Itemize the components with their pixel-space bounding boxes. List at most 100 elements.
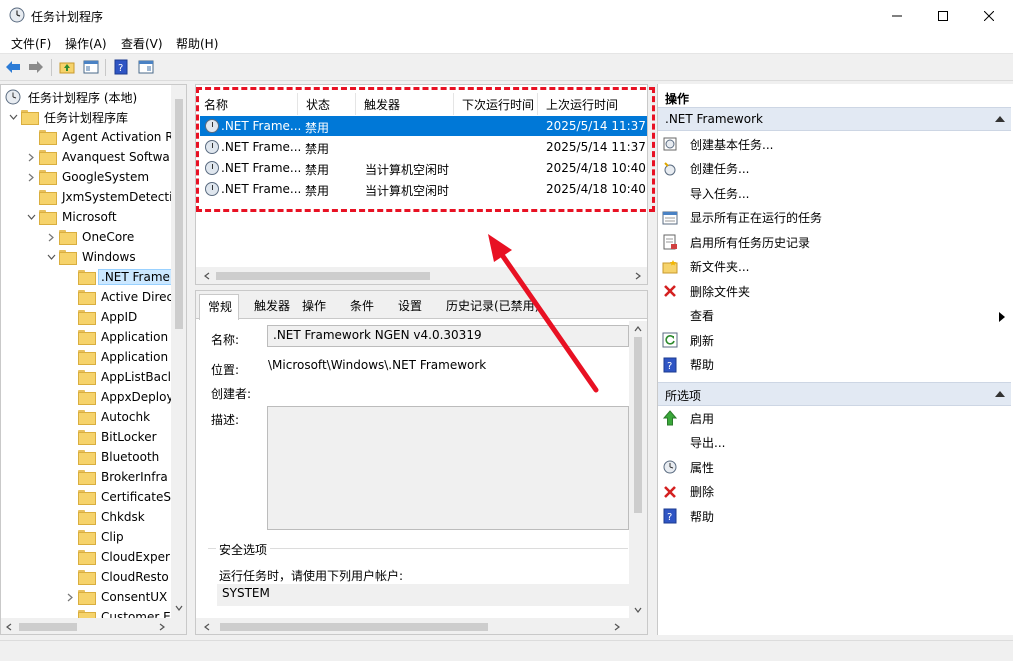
- chevron-right-icon[interactable]: [25, 151, 37, 163]
- title-bar: 任务计划程序: [0, 0, 1013, 32]
- action-item[interactable]: 刷新: [662, 329, 714, 351]
- column-next-run[interactable]: 下次运行时间: [454, 93, 538, 115]
- tree-item[interactable]: Avanquest Softwa: [25, 147, 173, 167]
- name-field[interactable]: .NET Framework NGEN v4.0.30319: [267, 325, 629, 347]
- details-horizontal-scrollbar[interactable]: [196, 618, 647, 634]
- delete-x-icon: [662, 283, 678, 299]
- action-item[interactable]: 查看: [662, 305, 1005, 327]
- tree-item[interactable]: AppListBacl: [64, 367, 174, 387]
- actions-pane: 操作 .NET Framework 创建基本任务... 创建任务... 导入任务..…: [657, 84, 1013, 635]
- tree-item[interactable]: Agent Activation R: [25, 127, 177, 147]
- tree-item-label: Active Direc: [101, 290, 174, 304]
- actions-folder-section[interactable]: .NET Framework: [658, 107, 1011, 131]
- details-vertical-scrollbar[interactable]: [629, 321, 647, 618]
- chevron-right-icon[interactable]: [25, 171, 37, 183]
- show-hide-action-pane-button[interactable]: [137, 58, 155, 76]
- column-trigger[interactable]: 触发器: [356, 93, 454, 115]
- table-row[interactable]: .NET Frame... 禁用 当计算机空闲时 2025/4/18 10:40:5: [200, 179, 647, 199]
- tab-settings[interactable]: 设置: [398, 297, 422, 314]
- action-item[interactable]: ? 帮助: [662, 505, 714, 527]
- action-item[interactable]: 创建任务...: [662, 158, 749, 180]
- cell-status: 禁用: [305, 163, 330, 177]
- folder-icon: [78, 330, 96, 345]
- tree-item[interactable]: AppID: [64, 307, 140, 327]
- back-button[interactable]: [4, 58, 22, 76]
- task-clock-icon: [205, 182, 219, 196]
- minimize-icon: [892, 15, 902, 17]
- action-item[interactable]: 导入任务...: [662, 182, 749, 204]
- menu-file[interactable]: 文件(F): [11, 35, 51, 52]
- tree-item[interactable]: .NET Frame: [64, 267, 173, 287]
- tree-item[interactable]: ConsentUX: [64, 587, 170, 607]
- tree-item[interactable]: JxmSystemDetecti: [25, 187, 175, 207]
- chevron-right-icon[interactable]: [45, 231, 57, 243]
- tree-item[interactable]: BitLocker: [64, 427, 160, 447]
- forward-button[interactable]: [27, 58, 45, 76]
- chevron-down-icon[interactable]: [7, 111, 19, 123]
- tree-item[interactable]: Windows: [45, 247, 139, 267]
- tab-actions[interactable]: 操作: [302, 297, 326, 314]
- tree-item[interactable]: Microsoft: [25, 207, 120, 227]
- column-last-run[interactable]: 上次运行时间: [538, 93, 646, 115]
- tree-item[interactable]: CloudExper: [64, 547, 173, 567]
- tree-item[interactable]: Bluetooth: [64, 447, 162, 467]
- tree-item[interactable]: Chkdsk: [64, 507, 148, 527]
- action-item-label: 导出...: [690, 436, 726, 450]
- minimize-button[interactable]: [874, 0, 920, 32]
- action-item[interactable]: 创建基本任务...: [662, 133, 773, 155]
- tree-item-label: Application: [101, 350, 169, 364]
- tree-item[interactable]: CertificateS: [64, 487, 174, 507]
- tree-root[interactable]: 任务计划程序 (本地): [5, 87, 140, 107]
- table-row[interactable]: .NET Frame... 禁用 2025/5/14 11:37:4: [200, 116, 647, 136]
- action-item[interactable]: 启用所有任务历史记录: [662, 231, 810, 253]
- show-hide-console-button[interactable]: [82, 58, 100, 76]
- up-folder-button[interactable]: [58, 58, 76, 76]
- actions-selected-section[interactable]: 所选项: [658, 382, 1011, 406]
- menu-help[interactable]: 帮助(H): [176, 35, 218, 52]
- action-item[interactable]: 启用: [662, 407, 714, 429]
- tree-item[interactable]: BrokerInfra: [64, 467, 171, 487]
- tree-item[interactable]: GoogleSystem: [25, 167, 152, 187]
- column-status[interactable]: 状态: [298, 93, 356, 115]
- tree-item[interactable]: Application: [64, 347, 171, 367]
- action-item[interactable]: 删除: [662, 481, 714, 503]
- tree-item[interactable]: Application: [64, 327, 171, 347]
- maximize-button[interactable]: [920, 0, 966, 32]
- tab-history[interactable]: 历史记录(已禁用): [446, 297, 539, 314]
- menu-action[interactable]: 操作(A): [65, 35, 107, 52]
- help-icon: ?: [662, 357, 678, 373]
- scroll-left-icon: [204, 623, 210, 631]
- tab-triggers[interactable]: 触发器: [254, 297, 290, 314]
- action-item[interactable]: ? 帮助: [662, 354, 714, 376]
- tasklist-horizontal-scrollbar[interactable]: [196, 267, 647, 284]
- tree-item[interactable]: AppxDeploy: [64, 387, 177, 407]
- action-item-label: 启用: [690, 411, 715, 426]
- action-item[interactable]: 属性: [662, 456, 714, 478]
- action-item[interactable]: 导出...: [662, 432, 725, 454]
- tree-item[interactable]: Autochk: [64, 407, 153, 427]
- chevron-down-icon[interactable]: [45, 251, 57, 263]
- table-row[interactable]: .NET Frame... 禁用 当计算机空闲时 2025/4/18 10:40:5: [200, 158, 647, 178]
- tree-item[interactable]: CloudResto: [64, 567, 172, 587]
- tab-general[interactable]: 常规: [199, 294, 240, 320]
- description-field[interactable]: [267, 406, 629, 530]
- tree-library[interactable]: 任务计划程序库: [7, 107, 131, 127]
- help-icon: ?: [662, 508, 678, 524]
- table-row[interactable]: .NET Frame... 禁用 2025/5/14 11:37:4: [200, 137, 647, 157]
- action-item[interactable]: 新文件夹...: [662, 256, 749, 278]
- tree-item[interactable]: OneCore: [45, 227, 137, 247]
- folder-icon: [78, 510, 96, 525]
- help-toolbar-button[interactable]: ?: [112, 58, 130, 76]
- tree-horizontal-scrollbar[interactable]: [1, 618, 186, 634]
- tree-item[interactable]: Clip: [64, 527, 127, 547]
- action-item[interactable]: 删除文件夹: [662, 280, 750, 302]
- tree-item[interactable]: Active Direc: [64, 287, 176, 307]
- menu-view[interactable]: 查看(V): [121, 35, 163, 52]
- chevron-right-icon[interactable]: [64, 591, 76, 603]
- action-item[interactable]: 显示所有正在运行的任务: [662, 207, 822, 229]
- chevron-down-icon[interactable]: [25, 211, 37, 223]
- close-button[interactable]: [966, 0, 1012, 32]
- tab-conditions[interactable]: 条件: [350, 297, 374, 314]
- tree-vertical-scrollbar[interactable]: [171, 85, 186, 618]
- column-name[interactable]: 名称: [196, 93, 298, 115]
